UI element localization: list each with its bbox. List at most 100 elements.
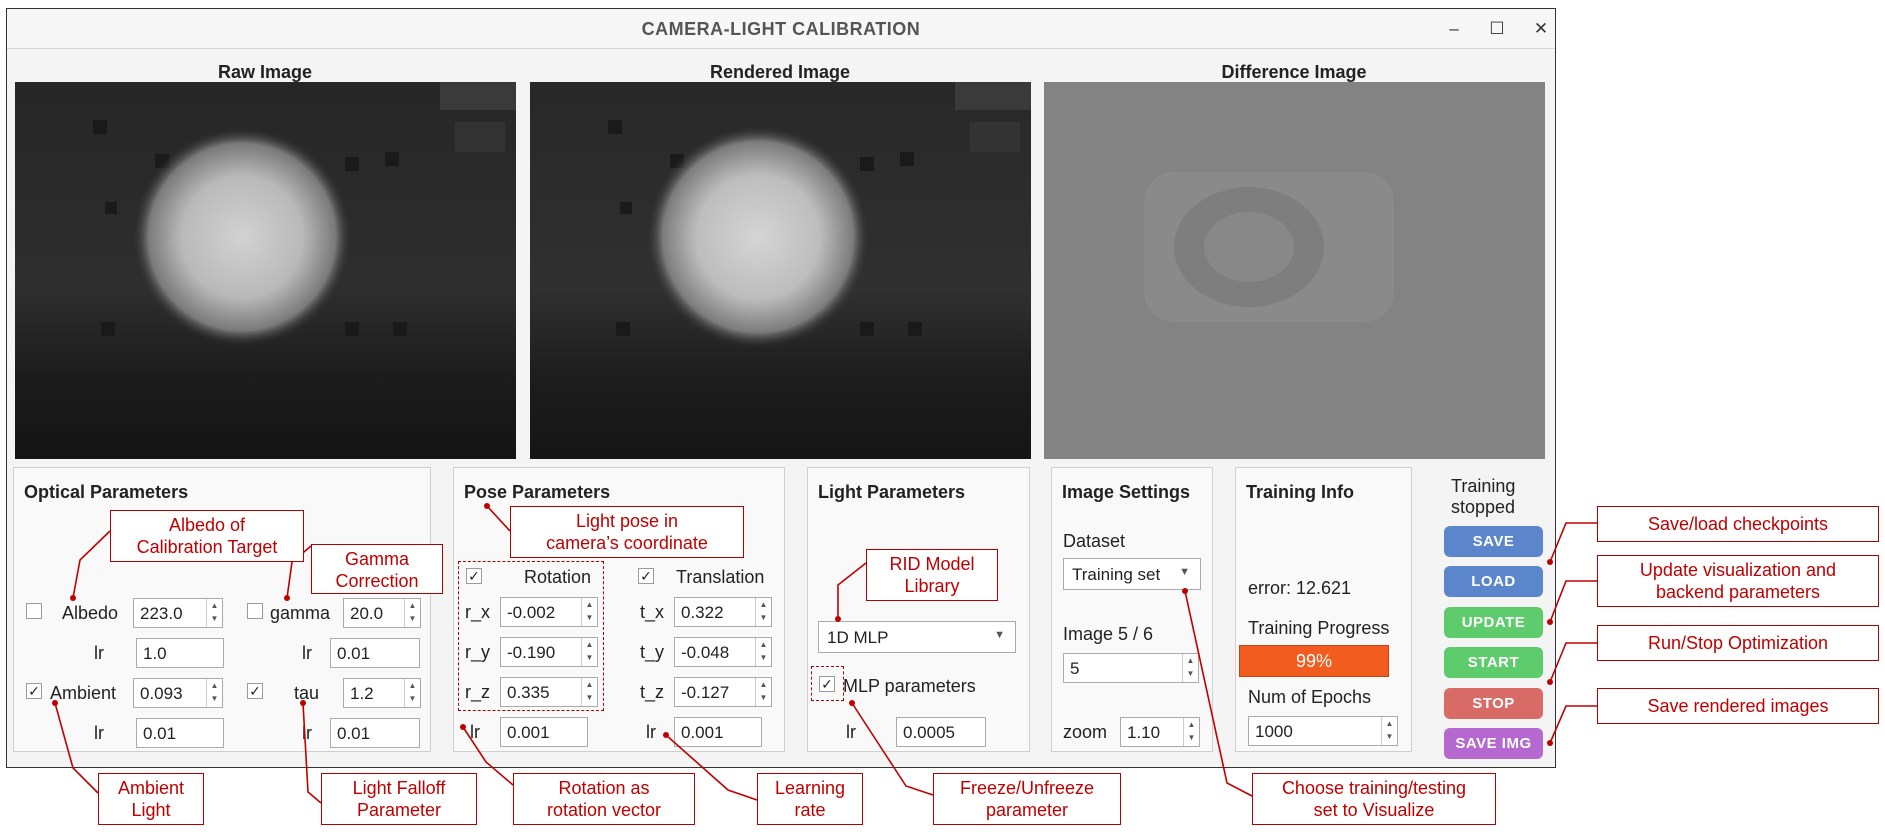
tz-input[interactable]: -0.127 ▲ ▼ — [674, 677, 772, 707]
callout-ambient: Ambient Light — [98, 773, 204, 825]
callout-line: set to Visualize — [1313, 800, 1435, 820]
rotation-lr-input[interactable]: 0.001 — [500, 717, 588, 747]
tx-input[interactable]: 0.322 ▲ ▼ — [674, 597, 772, 627]
ty-label: t_y — [640, 642, 665, 662]
spin-arrows-icon[interactable]: ▲ ▼ — [206, 599, 222, 627]
maximize-icon[interactable]: ☐ — [1485, 17, 1509, 41]
callout-line: Light Falloff — [352, 778, 446, 798]
gamma-label: gamma — [270, 603, 331, 623]
raw-image — [15, 82, 516, 459]
tau-label: tau — [294, 683, 320, 703]
panel-title: Pose Parameters — [464, 482, 611, 502]
callout-update: Update visualization and backend paramete… — [1597, 555, 1879, 607]
status-line1: Training — [1451, 476, 1516, 496]
image-index-input[interactable]: 5 ▲ ▼ — [1063, 653, 1199, 683]
gamma-checkbox[interactable] — [247, 603, 263, 619]
callout-line: Choose training/testing — [1281, 778, 1467, 798]
light-lr-label: lr — [846, 722, 856, 742]
callout-line: Light pose in — [575, 511, 679, 531]
callout-freeze: Freeze/Unfreeze parameter — [933, 773, 1121, 825]
tau-value: 1.2 — [350, 684, 374, 703]
tau-input[interactable]: 1.2 ▲ ▼ — [343, 678, 421, 708]
gamma-input[interactable]: 20.0 ▲ ▼ — [343, 598, 421, 628]
dataset-dropdown[interactable]: Training set ▼ — [1063, 558, 1201, 590]
ambient-input[interactable]: 0.093 ▲ ▼ — [133, 678, 223, 708]
ambient-checkbox[interactable]: ✓ — [26, 683, 42, 699]
epochs-label: Num of Epochs — [1248, 687, 1372, 707]
callout-rid-model: RID Model Library — [866, 549, 998, 601]
image-index-label: Image 5 / 6 — [1063, 624, 1154, 644]
image-index-value: 5 — [1070, 659, 1080, 678]
albedo-checkbox[interactable] — [26, 603, 42, 619]
spin-arrows-icon[interactable]: ▲ ▼ — [404, 679, 420, 707]
albedo-input[interactable]: 223.0 ▲ ▼ — [133, 598, 223, 628]
spin-arrows-icon[interactable]: ▲ ▼ — [755, 598, 771, 626]
callout-line: parameter — [985, 800, 1069, 820]
albedo-lr-input[interactable]: 1.0 — [136, 638, 224, 668]
training-info-panel: Training Info — [1235, 467, 1412, 752]
panel-title: Light Parameters — [818, 482, 966, 502]
light-lr-input[interactable]: 0.0005 — [896, 717, 986, 747]
callout-line: Parameter — [356, 800, 442, 820]
tau-lr-input[interactable]: 0.01 — [330, 718, 420, 748]
zoom-label: zoom — [1063, 722, 1108, 742]
callout-line: Gamma — [344, 549, 409, 569]
translation-checkbox[interactable]: ✓ — [638, 568, 654, 584]
start-button[interactable]: START — [1444, 647, 1543, 678]
status-line2: stopped — [1451, 497, 1516, 517]
callout-line: backend parameters — [1655, 582, 1821, 602]
callout-rotation-vector: Rotation as rotation vector — [513, 773, 695, 825]
spin-arrows-icon[interactable]: ▲ ▼ — [404, 599, 420, 627]
albedo-value: 223.0 — [140, 604, 183, 623]
callout-line: Update visualization and — [1639, 560, 1837, 580]
spin-arrows-icon[interactable]: ▲ ▼ — [1183, 718, 1199, 746]
panel-title: Training Info — [1246, 482, 1354, 502]
save-button[interactable]: SAVE — [1444, 526, 1543, 557]
ty-input[interactable]: -0.048 ▲ ▼ — [674, 637, 772, 667]
stop-button[interactable]: STOP — [1444, 688, 1543, 719]
tx-value: 0.322 — [681, 603, 724, 622]
dataset-label: Dataset — [1063, 531, 1126, 551]
gamma-lr-input[interactable]: 0.01 — [330, 638, 420, 668]
spin-arrows-icon[interactable]: ▲ ▼ — [206, 679, 222, 707]
albedo-label: Albedo — [62, 603, 119, 623]
spin-arrows-icon[interactable]: ▲ ▼ — [1381, 717, 1397, 745]
tau-checkbox[interactable]: ✓ — [247, 683, 263, 699]
callout-learning-rate: Learning rate — [757, 773, 863, 825]
callout-run-stop: Run/Stop Optimization — [1597, 625, 1879, 661]
zoom-value: 1.10 — [1127, 723, 1161, 742]
callout-line: RID Model — [889, 554, 975, 574]
epochs-input[interactable]: 1000 ▲ ▼ — [1248, 716, 1398, 746]
spin-arrows-icon[interactable]: ▲ ▼ — [755, 638, 771, 666]
gamma-value: 20.0 — [350, 604, 384, 623]
callout-dataset: Choose training/testing set to Visualize — [1252, 773, 1496, 825]
rendered-image-label: Rendered Image — [709, 62, 851, 82]
callout-line: Freeze/Unfreeze — [959, 778, 1095, 798]
translation-lr-input[interactable]: 0.001 — [674, 717, 762, 747]
zoom-input[interactable]: 1.10 ▲ ▼ — [1120, 717, 1200, 747]
difference-image-label: Difference Image — [1221, 62, 1367, 82]
save-img-button[interactable]: SAVE IMG — [1444, 728, 1543, 759]
tx-label: t_x — [640, 602, 665, 622]
image-settings-panel: Image Settings — [1051, 467, 1213, 752]
callout-line: Correction — [335, 571, 419, 591]
spin-arrows-icon[interactable]: ▲ ▼ — [1182, 654, 1198, 682]
ambient-label: Ambient — [50, 683, 117, 703]
ambient-lr-input[interactable]: 0.01 — [136, 718, 224, 748]
callout-line: Ambient — [117, 778, 185, 798]
close-icon[interactable]: ✕ — [1529, 17, 1553, 41]
spin-arrows-icon[interactable]: ▲ ▼ — [755, 678, 771, 706]
difference-image — [1044, 82, 1545, 459]
training-progress-bar: 99% — [1239, 645, 1389, 677]
callout-line: Rotation as — [558, 778, 650, 798]
callout-line: Albedo of — [168, 515, 246, 535]
update-button[interactable]: UPDATE — [1444, 607, 1543, 638]
callout-line: camera’s coordinate — [546, 533, 708, 553]
callout-light-falloff: Light Falloff Parameter — [321, 773, 477, 825]
mlp-label: MLP parameters — [843, 676, 976, 696]
load-button[interactable]: LOAD — [1444, 566, 1543, 597]
rid-model-dropdown[interactable]: 1D MLP ▼ — [818, 621, 1016, 653]
training-progress-label: Training Progress — [1248, 618, 1390, 638]
rendered-image — [530, 82, 1031, 459]
minimize-icon[interactable]: – — [1442, 17, 1466, 41]
